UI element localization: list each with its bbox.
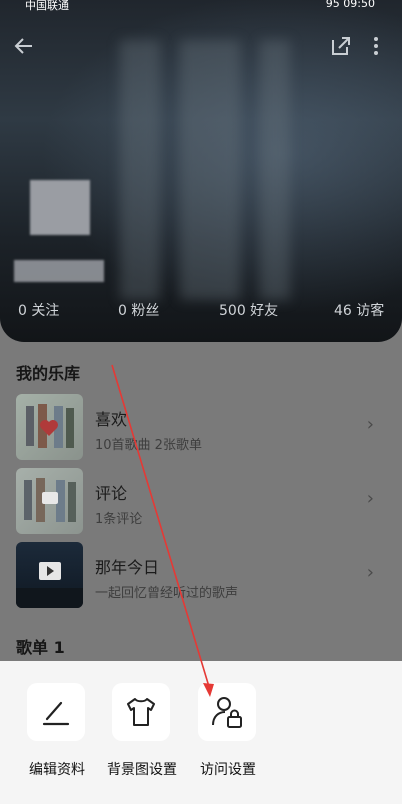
on-this-day-sub: 一起回忆曾经听过的歌声 xyxy=(95,586,239,601)
likes-sub: 10首歌曲 2张歌单 xyxy=(95,438,202,453)
edit-profile-button[interactable]: 编辑资料 xyxy=(17,683,97,783)
bg-blur-shape xyxy=(180,40,240,300)
comments-cover xyxy=(16,468,83,534)
visitors-count[interactable]: 46 访客 xyxy=(334,300,384,320)
library-content: 我的乐库 喜欢 10首歌曲 2张歌单 › 评论 1条评论 › 那年今日 一起回忆… xyxy=(0,342,402,662)
list-item-comments[interactable]: 评论 1条评论 › xyxy=(16,468,386,534)
profile-stats: 0 关注 0 粉丝 500 好友 46 访客 xyxy=(0,300,402,322)
list-item-likes[interactable]: 喜欢 10首歌曲 2张歌单 › xyxy=(16,394,386,460)
share-icon[interactable] xyxy=(329,34,353,62)
back-arrow-icon[interactable] xyxy=(12,34,36,62)
followers-count[interactable]: 0 粉丝 xyxy=(118,300,159,320)
pencil-icon xyxy=(27,683,85,741)
likes-cover xyxy=(16,394,83,460)
clock: 09:50 xyxy=(343,0,375,10)
access-settings-button[interactable]: 访问设置 xyxy=(188,683,268,783)
battery-level: 95 xyxy=(325,0,340,10)
more-vertical-icon[interactable] xyxy=(368,34,384,62)
list-item-on-this-day[interactable]: 那年今日 一起回忆曾经听过的歌声 › xyxy=(16,542,386,608)
playlist-section-title: 歌单 1 xyxy=(16,638,65,657)
tshirt-icon xyxy=(112,683,170,741)
background-settings-button[interactable]: 背景图设置 xyxy=(102,683,182,783)
chevron-right-icon: › xyxy=(366,562,374,583)
bg-blur-shape xyxy=(260,40,290,300)
profile-header-background: 中国联通 95 09:50 0 关注 0 粉丝 500 好友 46 访客 xyxy=(0,0,402,342)
following-count[interactable]: 0 关注 xyxy=(18,300,59,320)
library-title: 我的乐库 xyxy=(16,364,81,383)
access-settings-label: 访问设置 xyxy=(200,762,256,778)
avatar[interactable] xyxy=(30,180,90,235)
on-this-day-label: 那年今日 xyxy=(95,558,160,577)
on-this-day-cover xyxy=(16,542,83,608)
bg-blur-shape xyxy=(120,40,160,300)
carrier-label: 中国联通 xyxy=(25,0,69,12)
bottom-action-sheet: 编辑资料 背景图设置 访问设置 xyxy=(0,661,402,804)
username-blurred xyxy=(14,260,104,282)
chevron-right-icon: › xyxy=(366,488,374,509)
user-lock-icon xyxy=(198,683,256,741)
likes-label: 喜欢 xyxy=(95,410,128,429)
comments-label: 评论 xyxy=(95,484,128,503)
chevron-right-icon: › xyxy=(366,414,374,435)
comments-sub: 1条评论 xyxy=(95,512,143,527)
status-bar: 中国联通 95 09:50 xyxy=(0,0,402,12)
friends-count[interactable]: 500 好友 xyxy=(219,300,278,320)
background-settings-label: 背景图设置 xyxy=(107,762,177,778)
status-right: 95 09:50 xyxy=(326,0,375,10)
